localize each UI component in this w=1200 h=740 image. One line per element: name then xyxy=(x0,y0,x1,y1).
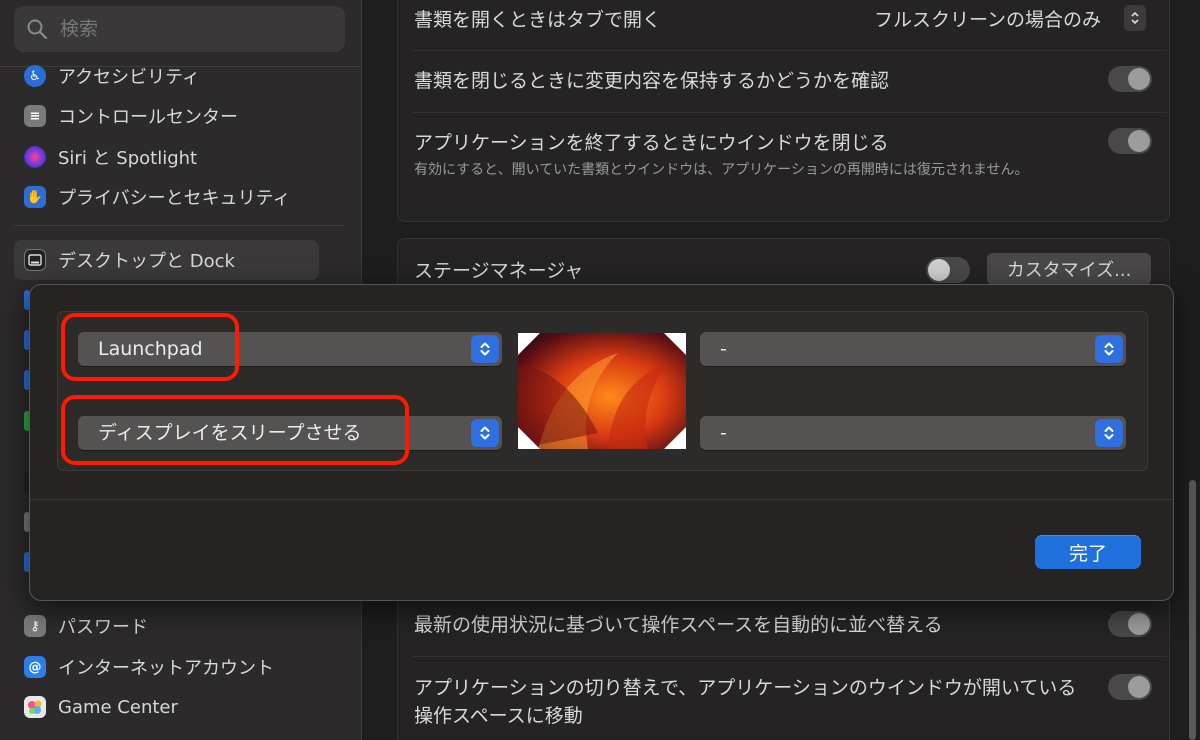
key-icon: ⚷ xyxy=(24,615,46,637)
stage-manager-toggle[interactable] xyxy=(926,257,970,283)
sidebar-item-accessibility[interactable]: ♿ アクセシビリティ xyxy=(24,58,200,94)
customize-button[interactable]: カスタマイズ... xyxy=(987,253,1151,285)
bottom-right-corner-value: - xyxy=(720,422,727,444)
done-button[interactable]: 完了 xyxy=(1035,535,1141,569)
chevron-updown-icon xyxy=(1095,419,1123,447)
rearrange-spaces-toggle[interactable] xyxy=(1108,611,1152,637)
open-tabs-value[interactable]: フルスクリーンの場合のみ xyxy=(874,5,1101,32)
search-input[interactable] xyxy=(60,18,320,40)
close-windows-label: アプリケーションを終了するときにウインドウを閉じる xyxy=(414,132,889,154)
chevron-updown-icon xyxy=(1131,11,1139,25)
bottom-right-corner-select[interactable]: - xyxy=(700,416,1126,450)
search-field[interactable] xyxy=(14,6,345,52)
sidebar-item-label: パスワード xyxy=(58,617,148,638)
close-windows-description: 有効にすると、開いていた書類とウインドウは、アプリケーションの再開時には復元され… xyxy=(414,162,1029,178)
main-scrollbar[interactable] xyxy=(1186,480,1200,740)
sidebar-item-desktop-dock[interactable]: デスクトップと Dock xyxy=(24,242,235,278)
search-icon xyxy=(27,19,48,40)
confirm-changes-toggle[interactable] xyxy=(1108,66,1152,92)
sidebar-item-label: デスクトップと Dock xyxy=(58,251,235,272)
sidebar-item-passwords[interactable]: ⚷ パスワード xyxy=(24,608,148,644)
sidebar-item-internet-accounts[interactable]: @ インターネットアカウント xyxy=(24,649,274,685)
row-divider xyxy=(412,112,1167,113)
screen-preview-image xyxy=(518,333,686,449)
switch-space-label: アプリケーションの切り替えで、アプリケーションのウインドウが開いている操作スペー… xyxy=(414,677,1077,727)
sidebar-item-label: Game Center xyxy=(58,696,178,718)
open-tabs-label: 書類を開くときはタブで開く xyxy=(414,9,662,31)
annotation-highlight-top-left xyxy=(61,313,239,381)
chevron-updown-icon xyxy=(471,335,499,363)
dock-icon xyxy=(24,249,46,271)
at-icon: @ xyxy=(24,656,46,678)
switch-space-toggle[interactable] xyxy=(1108,674,1152,700)
chevron-updown-icon xyxy=(1095,335,1123,363)
hot-corners-sheet: Launchpad ディスプレイをスリープさせる - - 完了 xyxy=(29,284,1174,601)
open-tabs-stepper[interactable] xyxy=(1124,5,1146,31)
control-center-icon: ≡ xyxy=(24,105,46,127)
top-right-corner-value: - xyxy=(720,338,727,360)
sidebar-item-label: プライバシーとセキュリティ xyxy=(58,188,291,209)
hand-icon: ✋ xyxy=(24,186,46,208)
chevron-updown-icon xyxy=(471,419,499,447)
sidebar-group-divider xyxy=(14,225,344,226)
rearrange-spaces-label: 最新の使用状況に基づいて操作スペースを自動的に並べ替える xyxy=(414,614,943,636)
top-right-corner-select[interactable]: - xyxy=(700,332,1126,366)
sidebar-item-label: Siri と Spotlight xyxy=(58,148,198,169)
game-center-icon xyxy=(24,696,46,718)
accessibility-icon: ♿ xyxy=(24,65,46,87)
sidebar-item-label: インターネットアカウント xyxy=(58,658,274,679)
sidebar-item-label: アクセシビリティ xyxy=(58,67,201,88)
row-divider xyxy=(412,50,1167,51)
annotation-highlight-bottom-left xyxy=(61,395,409,465)
sidebar-item-game-center[interactable]: Game Center xyxy=(24,689,178,725)
sidebar-item-label: コントロールセンター xyxy=(58,107,238,128)
siri-icon xyxy=(24,146,46,168)
row-divider xyxy=(412,656,1167,657)
stage-manager-label: ステージマネージャ xyxy=(414,260,584,282)
windows-settings-card xyxy=(397,0,1170,222)
close-windows-toggle[interactable] xyxy=(1108,128,1152,154)
sidebar-item-control-center[interactable]: ≡ コントロールセンター xyxy=(24,98,238,134)
sidebar-item-privacy-security[interactable]: ✋ プライバシーとセキュリティ xyxy=(24,179,291,215)
sidebar-item-siri-spotlight[interactable]: Siri と Spotlight xyxy=(24,139,197,175)
sheet-divider xyxy=(30,499,1173,500)
confirm-changes-label: 書類を閉じるときに変更内容を保持するかどうかを確認 xyxy=(414,70,890,92)
